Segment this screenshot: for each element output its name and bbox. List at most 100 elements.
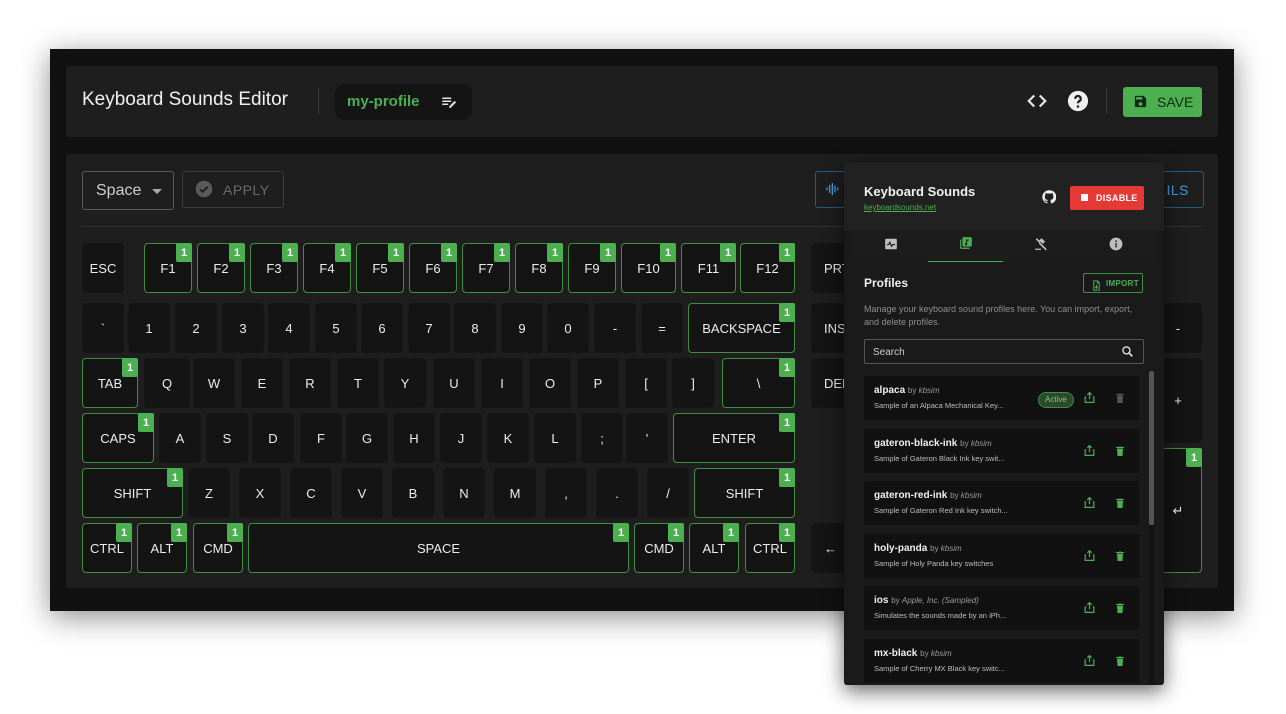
key-o[interactable]: O xyxy=(529,358,571,408)
key-sym[interactable]: . xyxy=(596,468,638,518)
key-alt[interactable]: ALT 1 xyxy=(137,523,187,573)
key-tab[interactable]: TAB 1 xyxy=(82,358,138,408)
key-s[interactable]: S xyxy=(206,413,248,463)
key-k[interactable]: K xyxy=(487,413,529,463)
key-n[interactable]: N xyxy=(443,468,485,518)
help-icon[interactable] xyxy=(1067,90,1089,117)
key-f10[interactable]: F10 1 xyxy=(621,243,676,293)
code-icon[interactable] xyxy=(1026,90,1048,117)
key-cmd[interactable]: CMD 1 xyxy=(634,523,684,573)
key-f6[interactable]: F6 1 xyxy=(409,243,457,293)
key-5[interactable]: 5 xyxy=(315,303,357,353)
key-h[interactable]: H xyxy=(393,413,435,463)
key-ctrl[interactable]: CTRL 1 xyxy=(745,523,795,573)
key-x[interactable]: X xyxy=(239,468,281,518)
list-item[interactable]: holy-panda by kbsim Sample of Holy Panda … xyxy=(864,533,1139,578)
delete-icon[interactable] xyxy=(1114,549,1126,567)
import-button[interactable]: IMPORT xyxy=(1083,273,1143,293)
key-f2[interactable]: F2 1 xyxy=(197,243,245,293)
key-f11[interactable]: F11 1 xyxy=(681,243,736,293)
list-item[interactable]: mx-black by kbsim Sample of Cherry MX Bla… xyxy=(864,638,1139,683)
export-icon[interactable] xyxy=(1083,549,1096,567)
key-g[interactable]: G xyxy=(346,413,388,463)
export-icon[interactable] xyxy=(1083,496,1096,514)
key-b[interactable]: B xyxy=(392,468,434,518)
key-shift[interactable]: SHIFT 1 xyxy=(82,468,183,518)
key-2[interactable]: 2 xyxy=(175,303,217,353)
key-0[interactable]: 0 xyxy=(547,303,589,353)
key-select[interactable]: Space xyxy=(82,171,174,210)
key-caps[interactable]: CAPS 1 xyxy=(82,413,154,463)
key-j[interactable]: J xyxy=(440,413,482,463)
website-link[interactable]: keyboardsounds.net xyxy=(864,203,936,212)
key-f1[interactable]: F1 1 xyxy=(144,243,192,293)
key-sym[interactable]: ' xyxy=(626,413,668,463)
disable-button[interactable]: DISABLE xyxy=(1070,186,1144,210)
list-item[interactable]: ios by Apple, Inc. (Sampled) Simulates th… xyxy=(864,586,1139,630)
key-shift[interactable]: SHIFT 1 xyxy=(694,468,795,518)
key-sym[interactable]: [ xyxy=(625,358,667,408)
delete-icon[interactable] xyxy=(1114,496,1126,514)
key-f3[interactable]: F3 1 xyxy=(250,243,298,293)
key-f[interactable]: F xyxy=(300,413,342,463)
delete-icon[interactable] xyxy=(1114,601,1126,619)
key-sym[interactable]: - xyxy=(594,303,636,353)
key-4[interactable]: 4 xyxy=(268,303,310,353)
export-icon[interactable] xyxy=(1083,601,1096,619)
key-f5[interactable]: F5 1 xyxy=(356,243,404,293)
tab-profiles[interactable] xyxy=(928,230,1003,262)
key-backspace[interactable]: BACKSPACE 1 xyxy=(688,303,795,353)
list-item[interactable]: gateron-black-ink by kbsim Sample of Gate… xyxy=(864,428,1139,473)
key-t[interactable]: T xyxy=(337,358,379,408)
key-q[interactable]: Q xyxy=(144,358,190,408)
search-input[interactable]: Search xyxy=(864,339,1144,364)
key-w[interactable]: W xyxy=(193,358,235,408)
key-3[interactable]: 3 xyxy=(222,303,264,353)
key-6[interactable]: 6 xyxy=(361,303,403,353)
key-9[interactable]: 9 xyxy=(501,303,543,353)
key-r[interactable]: R xyxy=(289,358,331,408)
key-v[interactable]: V xyxy=(341,468,383,518)
key-sym[interactable]: ; xyxy=(581,413,623,463)
key-sym[interactable]: \ 1 xyxy=(722,358,795,408)
key-sym[interactable]: , xyxy=(545,468,587,518)
export-icon[interactable] xyxy=(1083,654,1096,672)
key-sym[interactable]: / xyxy=(647,468,689,518)
key-cmd[interactable]: CMD 1 xyxy=(193,523,243,573)
profile-name-chip[interactable]: my-profile xyxy=(335,84,472,120)
key-ctrl[interactable]: CTRL 1 xyxy=(82,523,132,573)
key-sym[interactable]: = xyxy=(641,303,683,353)
delete-icon[interactable] xyxy=(1114,654,1126,672)
save-button[interactable]: SAVE xyxy=(1123,87,1202,117)
delete-icon[interactable] xyxy=(1114,444,1126,462)
key-esc[interactable]: ESC xyxy=(82,243,124,293)
key-e[interactable]: E xyxy=(241,358,283,408)
key-y[interactable]: Y xyxy=(384,358,426,408)
key-f4[interactable]: F4 1 xyxy=(303,243,351,293)
tab-status[interactable] xyxy=(853,230,928,262)
key-m[interactable]: M xyxy=(494,468,536,518)
list-item[interactable]: gateron-red-ink by kbsim Sample of Gatero… xyxy=(864,481,1139,525)
tab-rules[interactable] xyxy=(1003,230,1078,262)
list-item[interactable]: alpaca by kbsim Sample of an Alpaca Mecha… xyxy=(864,376,1139,420)
key-d[interactable]: D xyxy=(252,413,294,463)
key-f8[interactable]: F8 1 xyxy=(515,243,563,293)
export-icon[interactable] xyxy=(1083,391,1096,409)
key-f12[interactable]: F12 1 xyxy=(740,243,795,293)
key-l[interactable]: L xyxy=(534,413,576,463)
key-f7[interactable]: F7 1 xyxy=(462,243,510,293)
github-icon[interactable] xyxy=(1042,190,1057,209)
key-a[interactable]: A xyxy=(159,413,201,463)
key-space[interactable]: SPACE 1 xyxy=(248,523,629,573)
key-alt[interactable]: ALT 1 xyxy=(689,523,739,573)
tab-info[interactable] xyxy=(1078,230,1153,262)
key-p[interactable]: P xyxy=(577,358,619,408)
key-7[interactable]: 7 xyxy=(408,303,450,353)
key-8[interactable]: 8 xyxy=(454,303,496,353)
scrollbar-thumb[interactable] xyxy=(1149,371,1154,525)
key-c[interactable]: C xyxy=(290,468,332,518)
scrollbar[interactable] xyxy=(1149,371,1154,685)
key-u[interactable]: U xyxy=(433,358,475,408)
apply-button[interactable]: APPLY xyxy=(182,171,284,208)
export-icon[interactable] xyxy=(1083,444,1096,462)
